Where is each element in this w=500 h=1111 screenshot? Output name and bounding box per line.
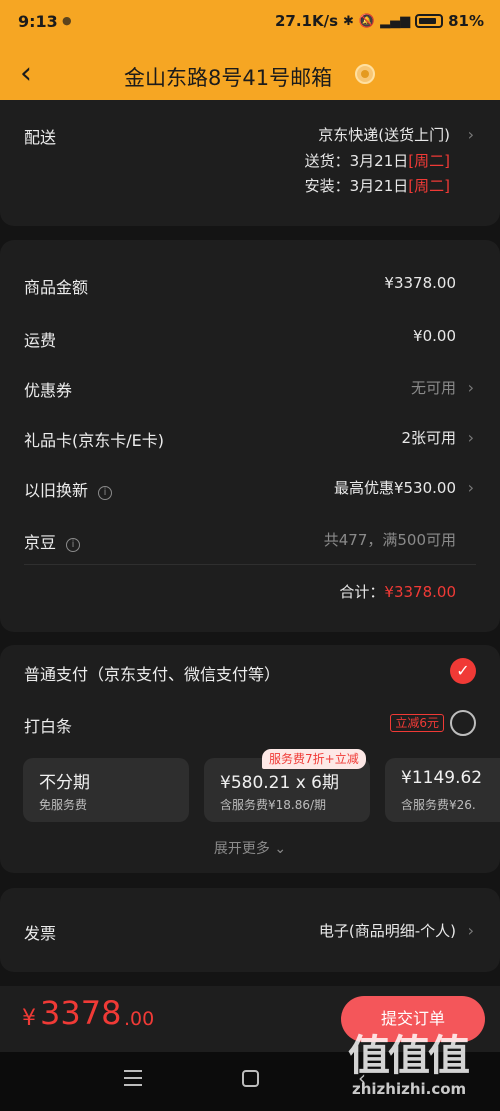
mute-icon: 🔕 — [358, 13, 376, 29]
installment-main: ¥580.21 x 6期 — [220, 773, 339, 793]
invoice-label: 发票 — [24, 924, 57, 943]
subtotal-label: 合计： — [339, 583, 385, 601]
jdbean-row: 京豆 i — [24, 529, 81, 553]
bluetooth-icon: ✱ — [343, 13, 354, 29]
chevron-down-icon: ⌄ — [274, 841, 287, 857]
address-title[interactable]: 金山东路8号41号邮箱 — [124, 62, 332, 92]
chevron-right-icon[interactable]: › — [468, 428, 474, 447]
shipping-label: 运费 — [24, 331, 57, 350]
ship-label: 送货： — [304, 152, 350, 170]
price-card: 商品金额 ¥3378.00 运费 ¥0.00 优惠券 无可用 › 礼品卡(京东卡… — [0, 240, 500, 632]
installment-sub: 含服务费¥26. — [401, 798, 476, 812]
invoice-card[interactable]: 发票 电子(商品明细-个人) › — [0, 888, 500, 972]
signal-icon: ▂▄▆ — [380, 13, 411, 29]
chevron-right-icon: › — [467, 125, 474, 144]
jdbean-value: 共477，满500可用 — [323, 531, 456, 549]
goods-amount-value: ¥3378.00 — [384, 274, 456, 292]
ship-weekday: [周二] — [408, 152, 450, 170]
tradein-label: 以旧换新 — [24, 481, 89, 500]
baitiao-label[interactable]: 打白条 — [24, 713, 72, 737]
status-time: 9:13 — [18, 12, 58, 31]
subtotal-line: 合计：¥3378.00 — [339, 581, 456, 602]
battery-icon — [415, 14, 444, 28]
page-header: ‹ 金山东路8号41号邮箱 — [0, 44, 500, 106]
giftcard-label[interactable]: 礼品卡(京东卡/E卡) — [24, 427, 164, 451]
chevron-right-icon[interactable]: › — [468, 378, 474, 397]
installment-option-3[interactable]: ¥1149.62 含服务费¥26. — [385, 758, 500, 822]
status-bar: 9:13 ● 27.1K/s ✱ 🔕 ▂▄▆ 81% — [0, 0, 500, 44]
installment-option-none[interactable]: 不分期 免服务费 — [23, 758, 189, 822]
back-button[interactable]: ‹ — [20, 56, 32, 92]
location-icon[interactable] — [355, 64, 375, 84]
normal-payment-label[interactable]: 普通支付（京东支付、微信支付等） — [24, 661, 280, 685]
discount-badge: 服务费7折+立减 — [262, 749, 366, 769]
ship-date-line: 送货：3月21日[周二] — [305, 150, 450, 171]
expand-more-button[interactable]: 展开更多 ⌄ — [0, 838, 500, 858]
total-currency: ¥ — [22, 1006, 36, 1031]
watermark-url: zhizhizhi.com — [352, 1080, 467, 1098]
network-speed: 27.1K/s — [274, 12, 338, 30]
status-indicators: 27.1K/s ✱ 🔕 ▂▄▆ 81% — [275, 12, 484, 30]
delivery-label: 配送 — [24, 128, 57, 147]
info-icon[interactable]: i — [66, 538, 81, 552]
shipping-value: ¥0.00 — [413, 327, 456, 345]
installment-main: 不分期 — [39, 773, 90, 793]
delivery-method: 京东快递(送货上门) — [318, 126, 450, 144]
installment-sub: 免服务费 — [39, 798, 88, 812]
jdbean-label: 京豆 — [24, 533, 57, 552]
divider — [24, 564, 476, 565]
giftcard-value[interactable]: 2张可用 — [401, 427, 456, 448]
expand-more-label: 展开更多 — [213, 841, 270, 857]
invoice-value: 电子(商品明细-个人) — [318, 922, 456, 940]
chevron-right-icon: › — [467, 921, 474, 940]
notification-dot-icon: ● — [62, 14, 72, 27]
coupon-label[interactable]: 优惠券 — [24, 377, 72, 401]
battery-percent: 81% — [448, 12, 484, 30]
coupon-value[interactable]: 无可用 — [411, 377, 456, 398]
radio-button[interactable] — [450, 710, 476, 736]
delivery-card[interactable]: 配送 京东快递(送货上门) › 送货：3月21日[周二] 安装：3月21日[周二… — [0, 100, 500, 226]
install-date: 3月21日 — [349, 177, 409, 195]
goods-amount-label: 商品金额 — [24, 278, 89, 297]
menu-icon[interactable] — [124, 1070, 142, 1086]
tradein-value[interactable]: 最高优惠¥530.00 — [334, 477, 456, 498]
installment-sub: 含服务费¥18.86/期 — [220, 798, 327, 812]
checkmark-icon[interactable]: ✓ — [450, 658, 476, 684]
info-icon[interactable]: i — [98, 486, 113, 500]
tradein-row[interactable]: 以旧换新 i — [24, 477, 113, 501]
watermark: 值值值 zhizhizhi.com — [348, 1000, 493, 1105]
total-decimal: .00 — [124, 1008, 155, 1030]
install-weekday: [周二] — [408, 177, 450, 195]
installment-main: ¥1149.62 — [401, 768, 483, 788]
total-amount: 3378 — [40, 994, 122, 1032]
install-date-line: 安装：3月21日[周二] — [305, 175, 450, 196]
home-icon[interactable] — [242, 1070, 259, 1087]
watermark-logo: 值值值 — [348, 1031, 470, 1080]
ship-date: 3月21日 — [349, 152, 409, 170]
promo-tag: 立减6元 — [390, 714, 444, 732]
install-label: 安装： — [304, 177, 350, 195]
chevron-right-icon[interactable]: › — [468, 478, 474, 497]
subtotal-value: ¥3378.00 — [384, 583, 456, 601]
